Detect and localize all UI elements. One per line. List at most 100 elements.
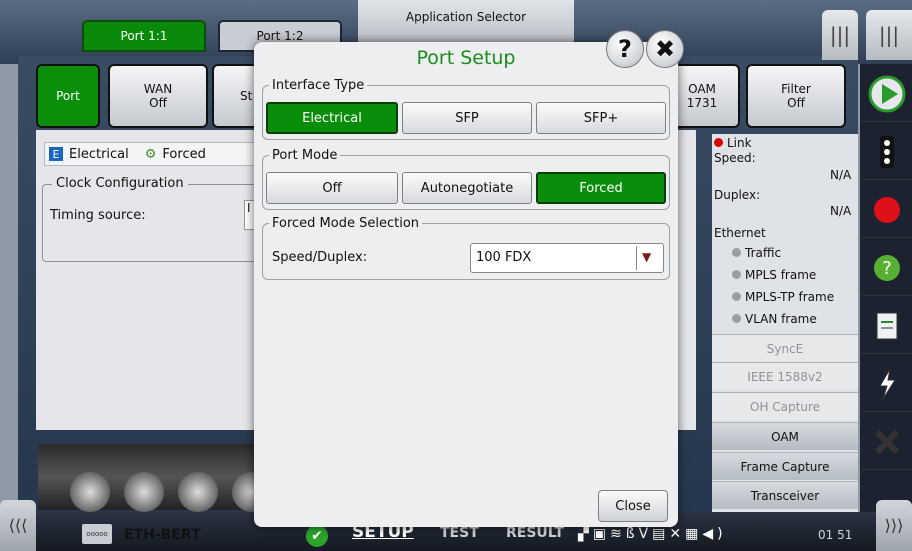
sfp-plus-button[interactable]: SFP+ bbox=[536, 102, 666, 134]
clock-configuration-legend: Clock Configuration bbox=[52, 176, 188, 191]
report-icon bbox=[876, 312, 898, 339]
side-grip-icon[interactable]: ||| bbox=[866, 10, 912, 60]
status-icons: ▞▣≋ßV▤✕▦◀) bbox=[578, 526, 727, 542]
close-dialog-button[interactable]: ✖ bbox=[646, 30, 684, 68]
bluetooth-icon: ß bbox=[625, 526, 639, 542]
record-button[interactable] bbox=[862, 182, 912, 238]
traffic-indicator: Traffic bbox=[732, 246, 781, 260]
tab-result[interactable]: RESULT bbox=[506, 525, 564, 541]
ethernet-label: Ethernet bbox=[714, 226, 766, 240]
sfp-button[interactable]: SFP bbox=[402, 102, 532, 134]
oh-capture-button[interactable]: OH Capture bbox=[712, 392, 858, 420]
left-scroll-arrow[interactable]: ⟨⟨⟨ bbox=[0, 500, 36, 551]
report-button[interactable] bbox=[862, 298, 912, 354]
close-button[interactable]: Close bbox=[598, 490, 668, 522]
off-button[interactable]: Off bbox=[266, 172, 398, 204]
app-name: ETH-BERT bbox=[124, 527, 201, 543]
duplex-label: Duplex: bbox=[714, 188, 761, 202]
record-icon bbox=[874, 196, 900, 223]
traffic-light-button[interactable] bbox=[862, 124, 912, 180]
duplex-value: N/A bbox=[830, 204, 852, 218]
gear-icon: ⚙ bbox=[144, 146, 157, 162]
indicator-dot-icon bbox=[732, 248, 741, 257]
forced-button[interactable]: Forced bbox=[536, 172, 666, 204]
link-label: Link bbox=[727, 136, 752, 150]
status-interface-text: Electrical bbox=[69, 146, 129, 162]
port-status-row: E Electrical ⚙ Forced bbox=[44, 142, 258, 166]
select-divider bbox=[636, 246, 637, 270]
indicator-dot-icon bbox=[732, 314, 741, 323]
clock-configuration-box bbox=[42, 184, 258, 262]
indicator-dot-icon bbox=[732, 292, 741, 301]
frame-capture-button[interactable]: Frame Capture bbox=[712, 452, 858, 480]
stop-button[interactable] bbox=[862, 414, 912, 470]
mpls-frame-indicator: MPLS frame bbox=[732, 268, 816, 282]
wifi-icon: ≋ bbox=[610, 526, 626, 542]
forced-mode-legend: Forced Mode Selection bbox=[272, 216, 420, 231]
vlan-frame-indicator: VLAN frame bbox=[732, 312, 817, 326]
electrical-icon: E bbox=[49, 147, 63, 161]
tab-port-1-1[interactable]: Port 1:1 bbox=[82, 20, 206, 52]
wan-tile-value: Off bbox=[149, 96, 167, 110]
chevron-down-icon[interactable]: ▼ bbox=[642, 250, 651, 264]
svg-text:?: ? bbox=[882, 258, 892, 279]
filter-tile[interactable]: Filter Off bbox=[746, 64, 846, 128]
ieee-1588v2-button[interactable]: IEEE 1588v2 bbox=[712, 362, 858, 390]
indicator-dot-icon bbox=[732, 270, 741, 279]
timing-source-value: I bbox=[247, 201, 251, 215]
interface-type-legend: Interface Type bbox=[272, 78, 365, 93]
speed-value: N/A bbox=[830, 168, 852, 182]
x-icon bbox=[874, 429, 900, 454]
right-scroll-arrow[interactable]: ⟩⟩⟩ bbox=[876, 500, 912, 551]
check-icon: ✔ bbox=[306, 525, 328, 547]
play-icon bbox=[868, 75, 906, 112]
application-selector-button[interactable]: Application Selector bbox=[358, 0, 574, 44]
autonegotiate-button[interactable]: Autonegotiate bbox=[402, 172, 532, 204]
question-icon: ? bbox=[618, 35, 632, 63]
camera-icon: ▣ bbox=[592, 526, 611, 542]
lightning-icon bbox=[879, 368, 896, 399]
timing-source-label: Timing source: bbox=[50, 208, 146, 223]
remote-icon: ▦ bbox=[685, 526, 703, 542]
indicator-label: MPLS-TP frame bbox=[745, 290, 835, 304]
help-button[interactable]: ? bbox=[606, 30, 644, 68]
mpls-tp-frame-indicator: MPLS-TP frame bbox=[732, 290, 834, 304]
connector-knob bbox=[178, 472, 218, 512]
speed-duplex-value: 100 FDX bbox=[476, 250, 532, 265]
help-side-button[interactable]: ? bbox=[862, 240, 912, 296]
filter-tile-value: Off bbox=[787, 96, 805, 110]
transceiver-button[interactable]: Transceiver bbox=[712, 481, 858, 509]
start-test-button[interactable] bbox=[862, 66, 912, 122]
connector-knob bbox=[70, 472, 110, 512]
indicator-label: MPLS frame bbox=[745, 268, 817, 282]
port-tile[interactable]: Port bbox=[36, 64, 100, 128]
port-mode-legend: Port Mode bbox=[272, 148, 338, 163]
wan-tile-title: WAN bbox=[143, 82, 173, 96]
app-icon[interactable]: ooooo bbox=[82, 524, 112, 544]
tab-test[interactable]: TEST bbox=[440, 525, 479, 541]
connector-knob bbox=[124, 472, 164, 512]
clock: 01 51 bbox=[818, 528, 853, 542]
panel-grip-icon[interactable]: ||| bbox=[822, 10, 858, 60]
speed-label: Speed: bbox=[714, 151, 756, 165]
traffic-light-icon bbox=[880, 135, 894, 168]
wan-tile[interactable]: WAN Off bbox=[108, 64, 208, 128]
synce-button[interactable]: SyncE bbox=[712, 334, 858, 362]
status-mode-text: Forced bbox=[162, 146, 206, 162]
link-dot-icon bbox=[714, 138, 723, 147]
speaker-icon: ◀) bbox=[702, 526, 727, 542]
oam-button[interactable]: OAM bbox=[712, 422, 858, 450]
close-icon: ✖ bbox=[654, 35, 676, 63]
link-indicator: Link bbox=[714, 136, 752, 150]
filter-tile-title: Filter bbox=[781, 82, 811, 96]
network-icon: ✕ bbox=[669, 526, 686, 542]
indicator-label: Traffic bbox=[745, 246, 782, 260]
electrical-button[interactable]: Electrical bbox=[266, 102, 398, 134]
terminal-icon: ▤ bbox=[652, 526, 670, 542]
plug-icon: ▞ bbox=[578, 526, 593, 542]
inject-error-button[interactable] bbox=[862, 356, 912, 412]
speed-duplex-label: Speed/Duplex: bbox=[272, 250, 368, 265]
port-tile-label: Port bbox=[56, 89, 80, 103]
indicator-label: VLAN frame bbox=[745, 312, 817, 326]
v-icon: V bbox=[638, 526, 653, 542]
